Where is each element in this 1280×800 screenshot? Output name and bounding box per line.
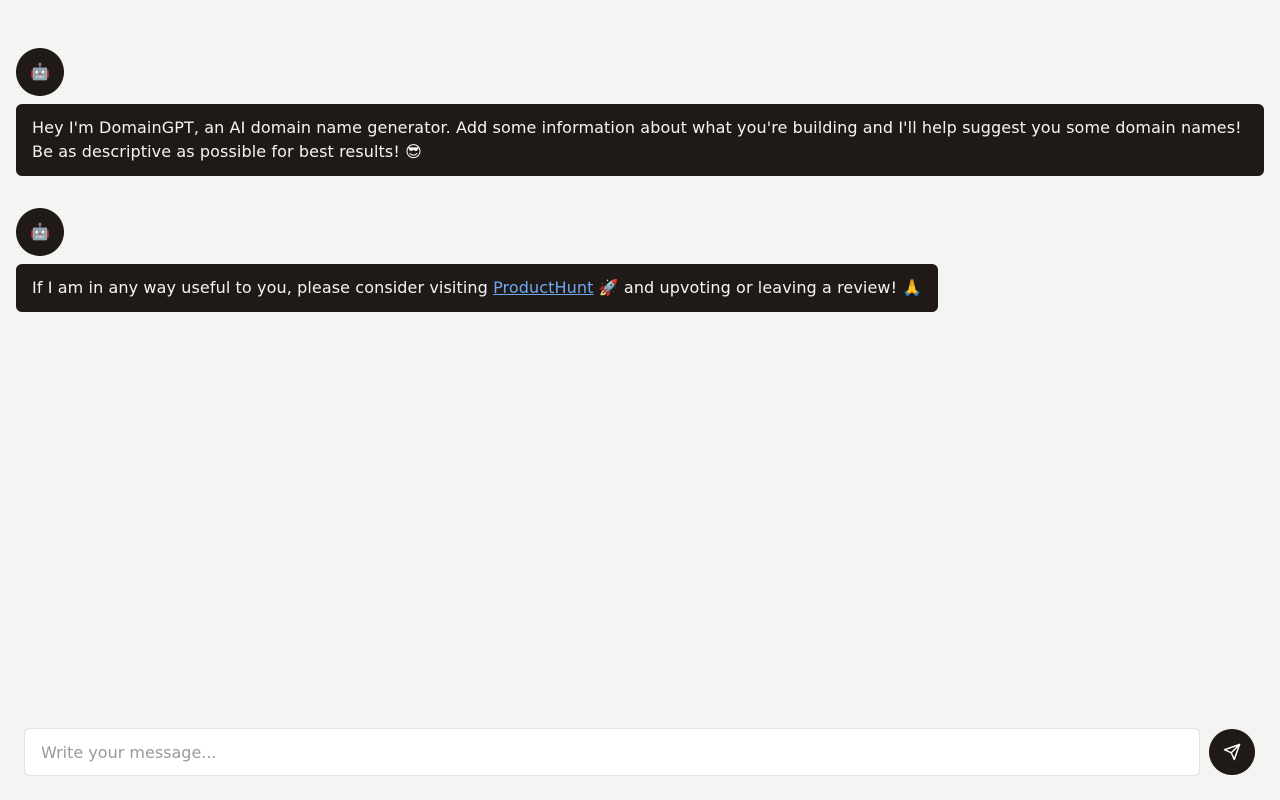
message-input[interactable] xyxy=(24,728,1200,776)
message-text: If I am in any way useful to you, please… xyxy=(32,278,494,297)
robot-avatar-icon: 🤖 xyxy=(16,48,64,96)
producthunt-link[interactable]: ProductHunt xyxy=(493,278,593,297)
chat-page: 🤖 Hey I'm DomainGPT, an AI domain name g… xyxy=(0,0,1280,800)
send-button[interactable] xyxy=(1209,729,1255,775)
bot-message-welcome: 🤖 Hey I'm DomainGPT, an AI domain name g… xyxy=(16,48,1264,176)
bot-message-producthunt: 🤖 If I am in any way useful to you, plea… xyxy=(16,208,1264,312)
avatar-emoji: 🤖 xyxy=(30,62,50,81)
message-bubble: If I am in any way useful to you, please… xyxy=(16,264,939,312)
message-text: 🚀 and upvoting or leaving a review! 🙏 xyxy=(593,278,923,297)
message-text-line: Be as descriptive as possible for best r… xyxy=(32,142,422,161)
message-bubble: Hey I'm DomainGPT, an AI domain name gen… xyxy=(16,104,1264,176)
message-composer xyxy=(24,728,1256,776)
chat-thread: 🤖 Hey I'm DomainGPT, an AI domain name g… xyxy=(16,48,1264,344)
robot-avatar-icon: 🤖 xyxy=(16,208,64,256)
paper-plane-icon xyxy=(1223,743,1241,761)
avatar-emoji: 🤖 xyxy=(30,222,50,241)
message-text-line: Hey I'm DomainGPT, an AI domain name gen… xyxy=(32,118,1242,137)
